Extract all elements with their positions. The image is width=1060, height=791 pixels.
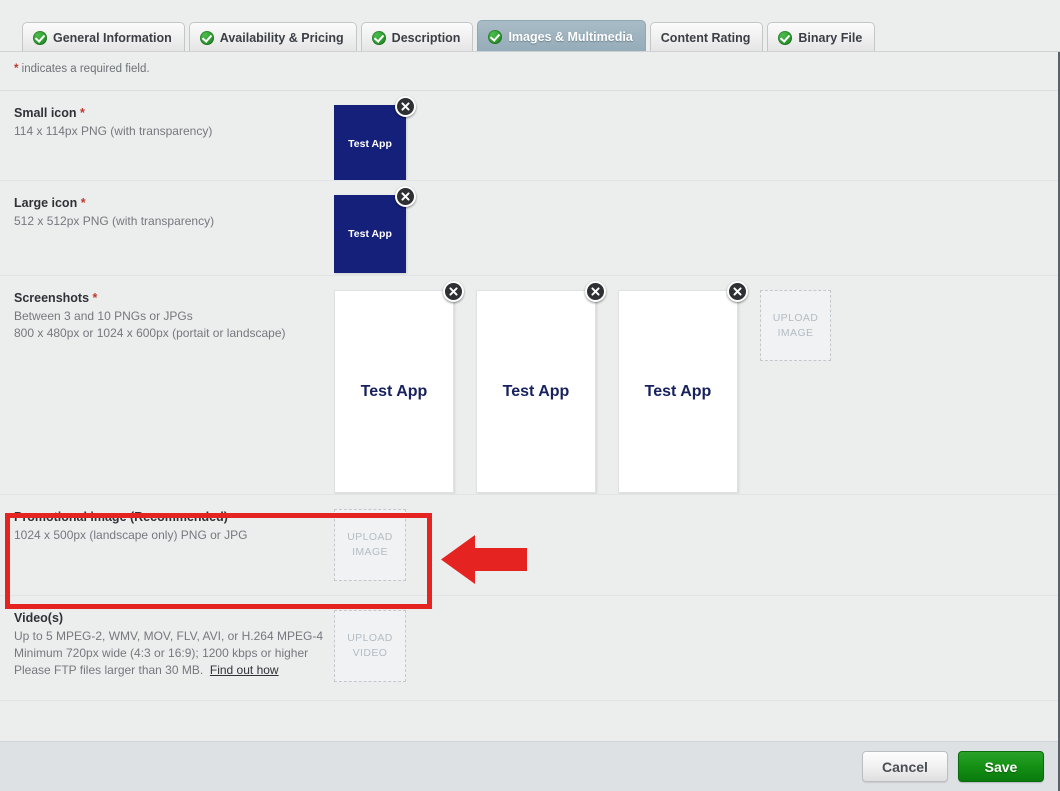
save-button[interactable]: Save [958,751,1044,782]
row-subtext: 512 x 512px PNG (with transparency) [14,214,215,228]
upload-label-line1: UPLOAD [347,632,393,644]
row-title: Large icon * [14,196,334,210]
row-large-icon: Large icon * 512 x 512px PNG (with trans… [0,180,1058,275]
close-icon [401,192,410,201]
close-icon [591,287,600,296]
remove-large-icon-button[interactable] [395,186,416,207]
upload-screenshot-button[interactable]: UPLOAD IMAGE [760,290,831,361]
row-videos-media: UPLOAD VIDEO [334,610,406,700]
row-subtext: 1024 x 500px (landscape only) PNG or JPG [14,528,248,542]
upload-label-line2: IMAGE [352,546,388,558]
large-icon-thumbnail-wrapper: Test App [334,186,416,273]
row-title-text: Large icon [14,196,78,210]
close-icon [733,287,742,296]
thumbnail-label: Test App [360,382,428,400]
screenshot-thumbnail-wrapper: Test App [476,281,606,493]
upload-label-line2: IMAGE [777,326,814,339]
close-icon [401,102,410,111]
tab-label: Description [391,30,461,45]
row-small-icon-labels: Small icon * 114 x 114px PNG (with trans… [14,105,334,180]
row-title-text: Small icon [14,106,77,120]
thumbnail-label: Test App [502,382,570,400]
required-field-note: * indicates a required field. [14,63,150,75]
tab-description[interactable]: Description [360,22,474,52]
tab-label: Content Rating [660,30,751,45]
row-title: Screenshots * [14,291,334,305]
row-title: Video(s) [14,611,334,625]
upload-video-button[interactable]: UPLOAD VIDEO [334,610,406,682]
row-title: Small icon * [14,106,334,120]
row-title: Promotional image (Recommended) [14,510,334,524]
required-note-text: indicates a required field. [18,63,150,75]
remove-small-icon-button[interactable] [395,96,416,117]
required-star: * [80,106,85,120]
row-screenshots-labels: Screenshots * Between 3 and 10 PNGs or J… [14,290,334,494]
row-large-icon-labels: Large icon * 512 x 512px PNG (with trans… [14,195,334,275]
ftp-note-text: Please FTP files larger than 30 MB. [14,663,204,677]
footer-action-bar: Cancel Save [0,741,1058,791]
row-title-text: Promotional image (Recommended) [14,510,228,524]
check-circle-icon [33,30,47,45]
thumbnail-label: Test App [644,382,712,400]
row-subtext-with-link: Please FTP files larger than 30 MB. Find… [14,662,334,679]
upload-label-line2: VIDEO [352,647,388,659]
tab-availability-pricing[interactable]: Availability & Pricing [188,22,357,52]
row-subtext: Up to 5 MPEG-2, WMV, MOV, FLV, AVI, or H… [14,629,323,643]
row-promotional-labels: Promotional image (Recommended) 1024 x 5… [14,509,334,595]
cancel-button[interactable]: Cancel [862,751,948,782]
screenshot-thumbnail-wrapper: Test App [618,281,748,493]
thumbnail-label: Test App [348,228,392,240]
form-rows: Small icon * 114 x 114px PNG (with trans… [0,90,1058,763]
find-out-how-link[interactable]: Find out how [210,663,279,677]
tab-images-multimedia[interactable]: Images & Multimedia [477,20,646,52]
upload-label-line1: UPLOAD [347,531,393,543]
small-icon-thumbnail-wrapper: Test App [334,96,416,183]
row-title-text: Video(s) [14,611,64,625]
tab-label: Binary File [798,30,863,45]
remove-screenshot-button[interactable] [727,281,748,302]
row-promotional-media: UPLOAD IMAGE [334,509,406,595]
tab-binary-file[interactable]: Binary File [767,22,876,52]
thumbnail-label: Test App [348,138,392,150]
screenshot-thumbnail[interactable]: Test App [618,290,738,493]
upload-label-line1: UPLOAD [772,311,819,324]
row-screenshots: Screenshots * Between 3 and 10 PNGs or J… [0,275,1058,494]
tab-label: General Information [53,30,172,45]
upload-promotional-image-button[interactable]: UPLOAD IMAGE [334,509,406,581]
large-icon-thumbnail[interactable]: Test App [334,195,406,273]
row-small-icon: Small icon * 114 x 114px PNG (with trans… [0,90,1058,183]
app-window: General Information Availability & Prici… [0,0,1060,791]
screenshot-thumbnail-wrapper: Test App [334,281,464,493]
tab-label: Availability & Pricing [219,30,344,45]
required-star: * [80,196,86,210]
row-subtext: Between 3 and 10 PNGs or JPGs [14,309,193,323]
remove-screenshot-button[interactable] [585,281,606,302]
tab-bar-divider [0,51,1060,52]
row-subtext: 800 x 480px or 1024 x 600px (portait or … [14,326,286,340]
row-screenshots-media: Test App Test App Test App UPLOAD IMAGE [334,281,831,494]
row-videos-labels: Video(s) Up to 5 MPEG-2, WMV, MOV, FLV, … [14,610,334,700]
row-subtext: 114 x 114px PNG (with transparency) [14,124,213,138]
check-circle-icon [778,30,793,45]
screenshot-thumbnail[interactable]: Test App [334,290,454,493]
remove-screenshot-button[interactable] [443,281,464,302]
tab-label: Images & Multimedia [508,29,633,44]
row-small-icon-media: Test App [334,96,428,183]
row-promotional-image: Promotional image (Recommended) 1024 x 5… [0,494,1058,595]
row-subtext: Minimum 720px wide (4:3 or 16:9); 1200 k… [14,646,309,660]
small-icon-thumbnail[interactable]: Test App [334,105,406,183]
check-circle-icon [488,29,503,44]
row-title-text: Screenshots [14,291,90,305]
tab-bar: General Information Availability & Prici… [0,0,1060,52]
tab-general-information[interactable]: General Information [22,22,185,52]
screenshot-thumbnail[interactable]: Test App [476,290,596,493]
required-star: * [92,291,98,305]
check-circle-icon [199,30,214,45]
row-videos: Video(s) Up to 5 MPEG-2, WMV, MOV, FLV, … [0,595,1058,700]
tab-content-rating[interactable]: Content Rating [649,22,764,52]
check-circle-icon [371,30,386,45]
close-icon [449,287,458,296]
row-large-icon-media: Test App [334,186,428,275]
